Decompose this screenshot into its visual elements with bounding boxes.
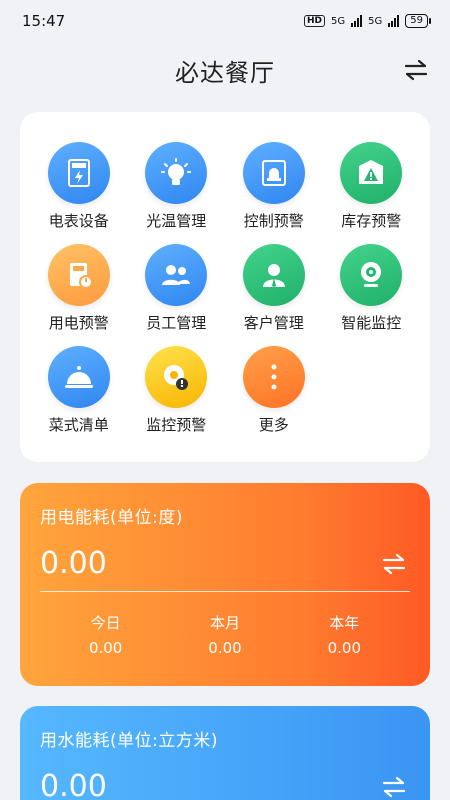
camera-warning-icon [145,346,208,408]
grid-item-camera-alert[interactable]: 监控预警 [128,346,226,448]
grid-label: 员工管理 [146,314,207,332]
status-icons: HD 5G 5G 59 [304,14,431,28]
page-title: 必达餐厅 [175,58,275,87]
power-alert-icon [47,244,110,306]
grid-label: 菜式清单 [48,416,109,434]
grid-label: 更多 [258,416,289,434]
electricity-stats: 今日 0.00 本月 0.00 本年 0.00 [40,612,410,657]
stat-value: 0.00 [208,639,242,657]
grid-item-light[interactable]: 光温管理 [128,142,226,244]
stat-value: 0.00 [88,639,123,657]
electricity-value: 0.00 [40,546,107,581]
stat-label: 本年 [329,614,360,632]
grid-item-monitor[interactable]: 智能监控 [323,244,421,346]
grid-label: 控制预警 [243,212,304,230]
battery-icon: 59 [405,14,431,28]
meter-icon [47,142,110,204]
grid-label: 客户管理 [243,314,304,332]
grid-label: 库存预警 [341,212,402,230]
grid-label: 智能监控 [341,314,402,332]
grid-item-customer[interactable]: 客户管理 [225,244,323,346]
alarm-light-icon [242,142,305,204]
stat-month: 本月 0.00 [175,612,275,657]
grid-label: 监控预警 [146,416,207,434]
hd-badge: HD [304,15,326,27]
signal-icon [351,15,363,27]
users-icon [145,244,208,306]
cloche-icon [47,346,110,408]
grid-item-meter[interactable]: 电表设备 [30,142,128,244]
stat-label: 本月 [209,614,240,632]
grid-item-more[interactable]: 更多 [225,346,323,448]
electricity-title: 用电能耗(单位:度) [40,508,183,528]
water-swap-button[interactable] [380,773,408,800]
grid-label: 用电预警 [48,314,109,332]
grid-item-control-alert[interactable]: 控制预警 [225,142,323,244]
bulb-icon [145,142,208,204]
signal-icon-2 [388,15,400,27]
stat-year: 本年 0.00 [294,612,394,657]
status-time: 15:47 [22,12,66,30]
swap-arrows-icon [382,553,406,574]
grid-item-staff[interactable]: 员工管理 [128,244,226,346]
network-label-1: 5G [331,15,346,27]
swap-button[interactable] [402,56,430,84]
status-bar: 15:47 HD 5G 5G 59 [0,0,450,42]
grid-label: 电表设备 [48,212,109,230]
network-label-2: 5G [368,15,383,27]
stat-value: 0.00 [327,639,362,657]
stat-label: 今日 [90,614,121,632]
grid-item-inventory-alert[interactable]: 库存预警 [323,142,421,244]
app-header: 必达餐厅 [0,48,450,92]
grid-label: 光温管理 [146,212,207,230]
swap-arrows-icon [382,776,406,797]
water-value: 0.00 [40,769,107,800]
water-card[interactable]: 用水能耗(单位:立方米) 0.00 [20,706,430,800]
more-vertical-icon [242,346,305,408]
swap-arrows-icon [404,59,428,81]
water-title: 用水能耗(单位:立方米) [40,731,218,751]
stat-today: 今日 0.00 [56,612,156,657]
function-grid: 电表设备 光温管理 控制预警 库存预警 用电预警 员工管理 客户管理 智能监控 … [20,112,430,462]
electricity-card[interactable]: 用电能耗(单位:度) 0.00 今日 0.00 本月 0.00 本年 0.00 [20,483,430,686]
grid-item-power-alert[interactable]: 用电预警 [30,244,128,346]
electricity-swap-button[interactable] [380,550,408,578]
user-icon [242,244,305,306]
grid-item-menu[interactable]: 菜式清单 [30,346,128,448]
box-warning-icon [340,142,403,204]
webcam-icon [340,244,403,306]
divider [40,591,410,592]
